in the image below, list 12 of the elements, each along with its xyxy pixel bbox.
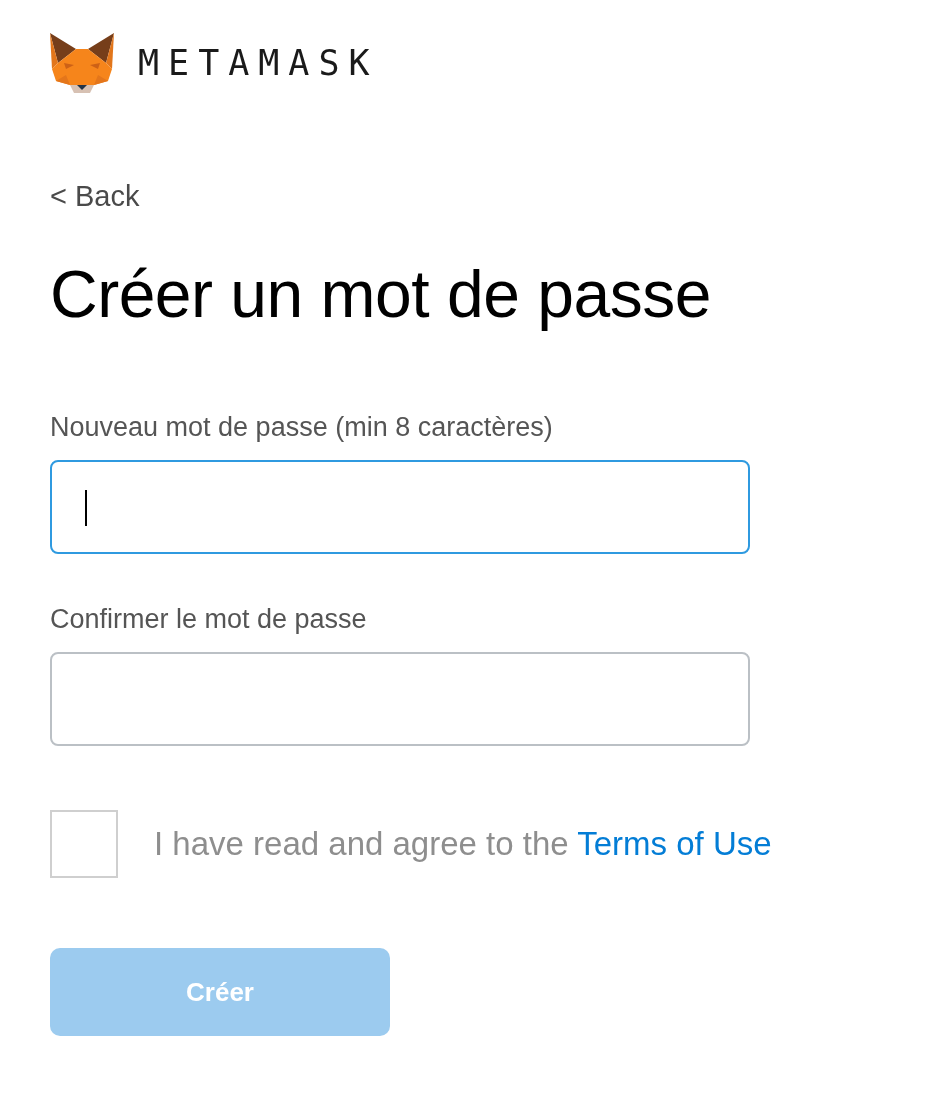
password-field[interactable] — [50, 652, 750, 746]
terms-text: I have read and agree to the Terms of Use — [154, 825, 772, 863]
field-label: Nouveau mot de passe (min 8 caractères) — [50, 411, 554, 444]
text-cursor — [85, 490, 87, 526]
terms-link[interactable]: Terms of Use — [577, 825, 772, 862]
terms-checkbox[interactable] — [50, 810, 118, 878]
brand-wordmark: METAMASK — [138, 43, 379, 83]
page-title: Créer un mot de passe — [50, 256, 712, 333]
back-link[interactable]: < Back — [50, 178, 140, 214]
password-field[interactable] — [50, 460, 750, 554]
field-label: Confirmer le mot de passe — [50, 603, 368, 636]
fox-logo-icon — [50, 33, 114, 93]
